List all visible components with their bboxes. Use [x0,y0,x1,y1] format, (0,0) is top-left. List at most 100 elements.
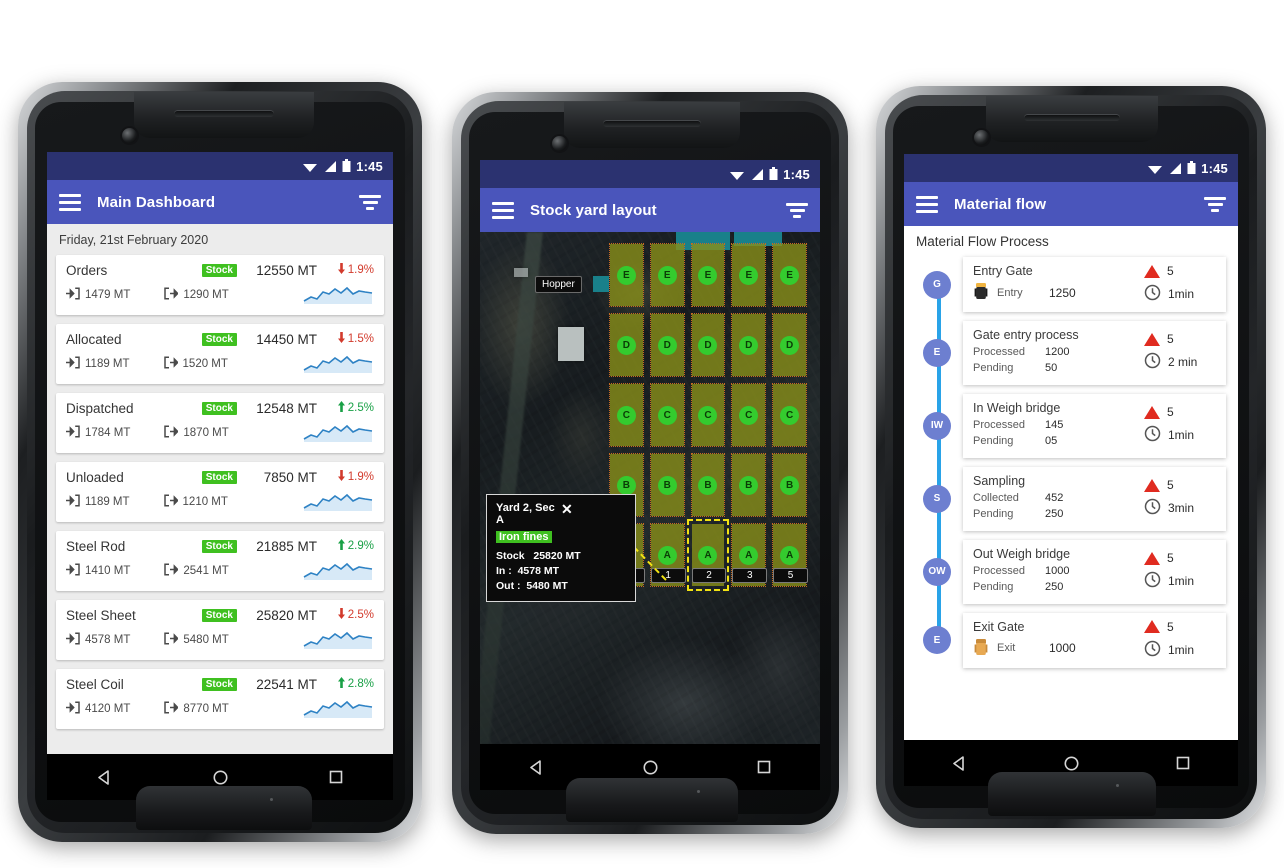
step-card[interactable]: Entry Gate Entry 1250 5 1min [963,257,1226,312]
step-time: 1min [1144,284,1216,304]
material-flow-step[interactable]: IW In Weigh bridge Processed 145 Pending 05 5 1… [914,393,1238,458]
yard-bay[interactable]: D [649,313,685,377]
alert-triangle-icon [1144,620,1160,633]
material-flow-step[interactable]: E Exit Gate Exit 1000 5 1min [914,612,1238,668]
close-icon[interactable]: ✕ [561,502,626,516]
dashboard-card[interactable]: Steel Sheet Stock 25820 MT 2.5% 4578 MT 5480 … [56,600,384,660]
step-card[interactable]: In Weigh bridge Processed 145 Pending 05 5 1mi… [963,393,1226,458]
tooltip-in: In : 4578 MT [496,565,626,577]
timeline-node[interactable]: S [923,484,951,513]
card-title: Steel Rod [66,538,126,554]
dashboard-card[interactable]: Steel Rod Stock 21885 MT 2.9% 1410 MT 2541 MT [56,531,384,591]
alert-triangle-icon [1144,264,1160,278]
bay-row-chip: D [616,335,636,355]
timeline-node[interactable]: E [923,338,951,367]
recents-square-icon[interactable] [756,759,772,775]
timeline-node[interactable]: G [923,270,951,299]
yard-bay[interactable]: C [609,383,644,447]
yard-bay[interactable]: E [731,243,767,307]
step-alert-value: 5 [1167,478,1174,493]
sign-out-icon [163,356,179,372]
dashboard-card[interactable]: Unloaded Stock 7850 MT 1.9% 1189 MT 1210 MT [56,462,384,522]
trend-sparkline [303,631,373,649]
yard-column-number[interactable]: 2 [691,568,727,583]
timeline-node[interactable]: E [923,626,951,654]
yard-bay[interactable]: B [731,453,767,517]
card-title: Unloaded [66,469,124,485]
home-circle-icon[interactable] [1063,755,1080,772]
arrow-down-icon [337,262,346,278]
card-outbound: 1870 MT [164,425,229,441]
timeline-node[interactable]: IW [923,411,951,440]
dashboard-card[interactable]: Orders Stock 12550 MT 1.9% 1479 MT 1290 MT [56,255,384,315]
yard-tooltip[interactable]: Yard 2, Sec A ✕ Iron fines Stock 25820 M… [486,494,636,602]
step-status: 5 1min [1144,547,1216,596]
timeline-node[interactable]: OW [923,557,951,586]
yard-bay[interactable]: B [690,453,726,517]
hopper-label[interactable]: Hopper [535,276,582,293]
material-flow-step[interactable]: E Gate entry process Processed 1200 Pending 5… [914,321,1238,385]
recents-square-icon[interactable] [328,769,344,785]
clock-icon [1144,284,1161,304]
trend-sparkline [303,286,373,304]
yard-bay[interactable]: D [609,313,644,377]
yard-bay[interactable]: E [690,243,726,307]
phone-stock-yard: 1:45 Stock yard layout Hopper E E E E E D D D D D… [452,92,848,834]
satellite-map[interactable]: Hopper EEEEEDDDDDCCCCCBBBBBAAAAA 41235 Y… [480,232,820,744]
yard-column-number[interactable]: 5 [773,568,808,583]
card-stock-value: 12548 MT [256,400,317,416]
yard-bay[interactable]: C [690,383,726,447]
yard-bay[interactable]: D [772,313,807,377]
material-flow-step[interactable]: OW Out Weigh bridge Processed 1000 Pending 25… [914,539,1238,604]
yard-bay[interactable]: C [649,383,685,447]
step-alert: 5 [1144,264,1216,278]
yard-bay[interactable]: E [609,243,644,307]
step-alert-value: 5 [1167,332,1174,347]
step-metric-value: 1200 [1045,346,1070,358]
step-card[interactable]: Gate entry process Processed 1200 Pending 50… [963,321,1226,385]
screen-2: 1:45 Stock yard layout Hopper E E E E E D D D D D… [480,160,820,790]
home-circle-icon[interactable] [212,769,229,786]
step-metric-label: Collected [973,491,1019,504]
card-stock-value: 25820 MT [256,607,317,623]
dashboard-card[interactable]: Allocated Stock 14450 MT 1.5% 1189 MT 1520 MT [56,324,384,384]
yard-bay[interactable]: B [649,453,685,517]
sign-in-icon [66,563,80,579]
yard-column-number[interactable]: 1 [650,568,686,583]
home-circle-icon[interactable] [642,759,659,776]
dashboard-card[interactable]: Dispatched Stock 12548 MT 2.5% 1784 MT 1870 M… [56,393,384,453]
back-triangle-icon[interactable] [951,755,968,772]
speaker-bump [564,102,740,148]
step-metric-label: Pending [973,361,1014,374]
step-card[interactable]: Exit Gate Exit 1000 5 1min [963,612,1226,668]
card-inbound: 1479 MT [66,287,130,303]
back-triangle-icon[interactable] [96,769,113,786]
step-metric-row: Pending 50 [973,361,1144,377]
material-flow-step[interactable]: G Entry Gate Entry 1250 5 1min [914,257,1238,312]
filter-icon[interactable] [1204,196,1226,212]
yard-column-number[interactable]: 3 [732,568,768,583]
hamburger-icon[interactable] [492,201,514,219]
dashboard-card[interactable]: Steel Coil Stock 22541 MT 2.8% 4120 MT 8770 M… [56,669,384,729]
status-badge: Stock [201,470,237,484]
bay-row-chip: B [739,475,759,495]
yard-bay[interactable]: B [772,453,807,517]
filter-icon[interactable] [359,194,381,210]
step-card[interactable]: Sampling Collected 452 Pending 250 5 3min [963,466,1226,531]
yard-bay[interactable]: D [690,313,726,377]
yard-bay[interactable]: C [731,383,767,447]
yard-bay[interactable]: E [772,243,807,307]
back-triangle-icon[interactable] [528,759,545,776]
material-flow-step[interactable]: S Sampling Collected 452 Pending 250 5 3min [914,466,1238,531]
wifi-icon [1148,165,1163,174]
filter-icon[interactable] [786,202,808,218]
bay-row-chip: E [739,265,759,285]
hamburger-icon[interactable] [916,195,938,213]
yard-bay[interactable]: E [649,243,685,307]
yard-bay[interactable]: D [731,313,767,377]
hamburger-icon[interactable] [59,193,81,211]
card-outbound: 8770 MT [164,701,229,717]
recents-square-icon[interactable] [1175,755,1191,771]
step-card[interactable]: Out Weigh bridge Processed 1000 Pending 250 5… [963,539,1226,604]
yard-bay[interactable]: C [772,383,807,447]
